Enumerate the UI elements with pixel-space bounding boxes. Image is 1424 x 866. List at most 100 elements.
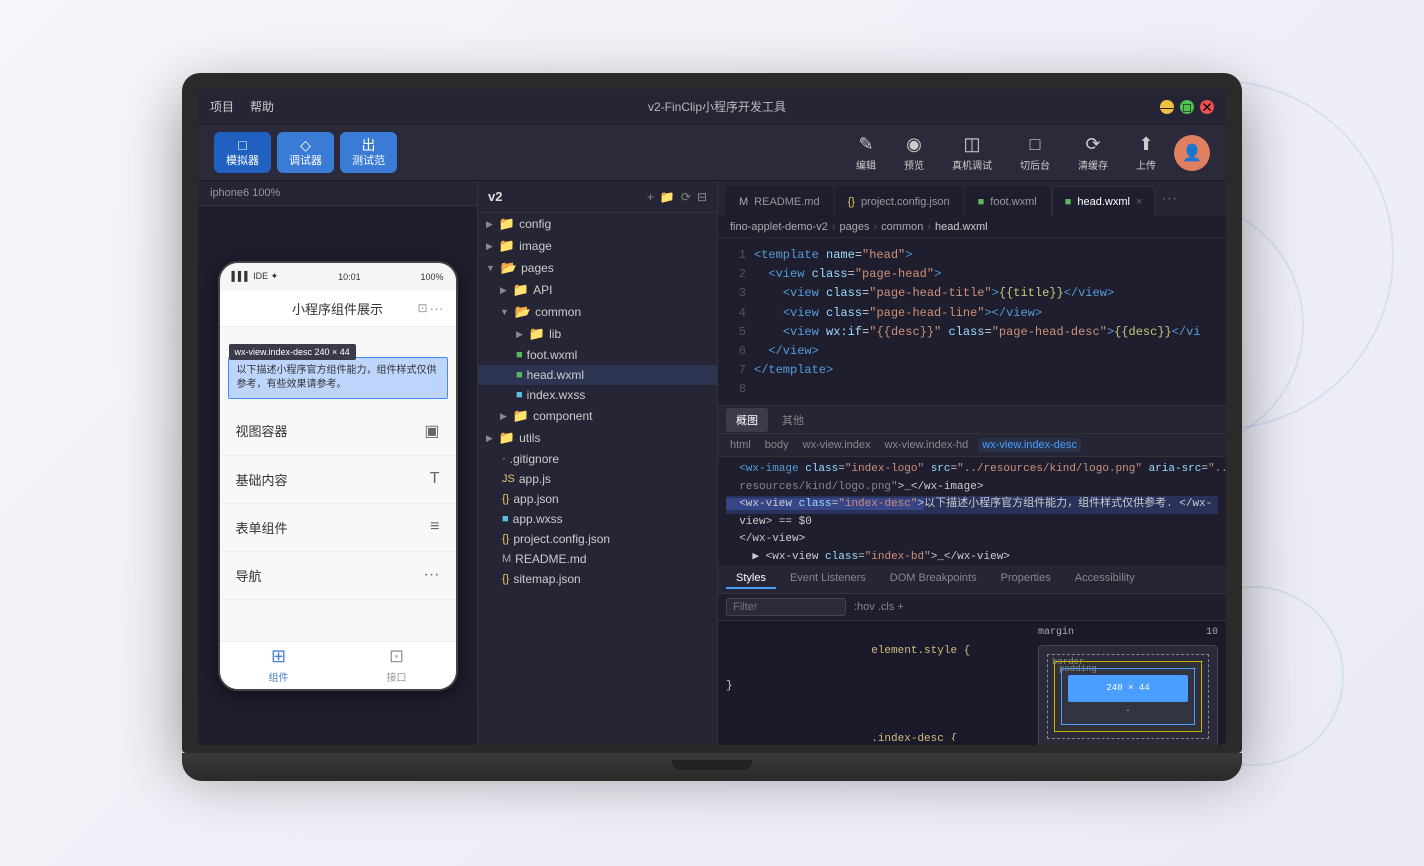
path-index-desc[interactable]: wx-view.index-desc [978, 438, 1081, 452]
menu-views-label: 视图容器 [236, 421, 288, 440]
path-html[interactable]: html [726, 438, 755, 452]
tree-app-wxss[interactable]: ■ app.wxss [478, 509, 717, 529]
code-content[interactable]: <template name="head"> <view class="page… [754, 246, 1226, 397]
folder-icon: 📁 [499, 238, 515, 254]
insp-tab-overview[interactable]: 概图 [726, 408, 768, 432]
tab-readme-label: README.md [754, 196, 819, 208]
preview-action[interactable]: ◉ 预览 [894, 130, 934, 176]
phone-battery: 100% [420, 272, 443, 282]
simulator-button[interactable]: □ 模拟器 [214, 132, 271, 174]
menu-help[interactable]: 帮助 [250, 98, 274, 115]
background-icon: □ [1030, 134, 1041, 155]
debugger-label: 调试器 [289, 155, 322, 168]
tree-foot-wxml[interactable]: ■ foot.wxml [478, 345, 717, 365]
path-index[interactable]: wx-view.index [799, 438, 875, 452]
tree-item-label: pages [521, 261, 554, 275]
box-model-panel: margin 10 border - [1038, 625, 1218, 741]
event-listeners-tab[interactable]: Event Listeners [780, 569, 876, 589]
box-border: padding - 240 × 44 - [1054, 661, 1202, 732]
inspector-html-code: <wx-image class="index-logo" src="../res… [718, 457, 1226, 565]
phone-desc-box: wx-view.index-desc 240 × 44 以下描述小程序官方组件能… [228, 357, 448, 399]
menu-item-form[interactable]: 表单组件 ≡ [220, 504, 456, 552]
tree-head-wxml[interactable]: ■ head.wxml [478, 365, 717, 385]
tree-item-label: project.config.json [513, 532, 610, 546]
menu-item-nav[interactable]: 导航 ··· [220, 552, 456, 600]
tree-config[interactable]: ▶ 📁 config [478, 213, 717, 235]
properties-tab[interactable]: Properties [991, 569, 1061, 589]
refresh-icon[interactable]: ⟳ [681, 190, 691, 204]
tree-sitemap[interactable]: {} sitemap.json [478, 569, 717, 589]
real-debug-action[interactable]: ◫ 真机调试 [942, 130, 1002, 176]
tree-item-label: app.wxss [513, 512, 563, 526]
minimize-button[interactable]: — [1160, 100, 1174, 114]
tree-lib[interactable]: ▶ 📁 lib [478, 323, 717, 345]
api-nav-icon: ⊡ [389, 646, 404, 667]
upload-action[interactable]: ⬆ 上传 [1126, 130, 1166, 176]
code-line-3: <view class="page-head-title">{{title}}<… [754, 284, 1218, 303]
accessibility-tab[interactable]: Accessibility [1065, 569, 1145, 589]
tab-project-config[interactable]: {} project.config.json [835, 186, 963, 216]
tree-pages[interactable]: ▼ 📂 pages [478, 257, 717, 279]
background-action[interactable]: □ 切后台 [1010, 130, 1060, 176]
styles-tab[interactable]: Styles [726, 569, 776, 589]
styles-filter-input[interactable] [726, 598, 846, 616]
path-body[interactable]: body [761, 438, 793, 452]
simulator-icon: □ [238, 137, 246, 154]
box-bottom-value: - [1068, 704, 1188, 718]
menu-item-views[interactable]: 视图容器 ▣ [220, 407, 456, 456]
new-file-icon[interactable]: + [647, 190, 654, 204]
menu-project[interactable]: 项目 [210, 98, 234, 115]
code-line-4: <view class="page-head-line"></view> [754, 304, 1218, 323]
breadcrumb-common: common [881, 221, 923, 233]
debugger-button[interactable]: ◇ 调试器 [277, 132, 334, 174]
tree-item-label: common [535, 305, 581, 319]
tree-app-js[interactable]: JS app.js [478, 469, 717, 489]
clear-cache-action[interactable]: ⟳ 清缓存 [1068, 130, 1118, 176]
test-button[interactable]: 出 测试范 [340, 132, 397, 174]
phone-statusbar: ▌▌▌ IDE ✦ 10:01 100% [220, 263, 456, 291]
tree-api[interactable]: ▶ 📁 API [478, 279, 717, 301]
tree-app-json[interactable]: {} app.json [478, 489, 717, 509]
folder-icon: 📁 [499, 430, 515, 446]
edit-action[interactable]: ✎ 编辑 [846, 130, 886, 176]
tree-item-label: README.md [515, 552, 586, 566]
tree-index-wxss[interactable]: ■ index.wxss [478, 385, 717, 405]
html-code-line-highlighted: <wx-view class="index-desc">以下描述小程序官方组件能… [726, 496, 1218, 514]
menu-form-label: 表单组件 [236, 518, 288, 537]
nav-api[interactable]: ⊡ 接口 [387, 646, 407, 684]
dom-breakpoints-tab[interactable]: DOM Breakpoints [880, 569, 987, 589]
path-index-hd[interactable]: wx-view.index-hd [881, 438, 973, 452]
tree-project-config[interactable]: {} project.config.json [478, 529, 717, 549]
md-file-icon: M [502, 553, 511, 565]
phone-time: 10:01 [338, 272, 361, 282]
maximize-button[interactable]: □ [1180, 100, 1194, 114]
phone-signal: ▌▌▌ IDE ✦ [232, 271, 279, 282]
collapse-icon[interactable]: ⊟ [697, 190, 707, 204]
tree-readme[interactable]: M README.md [478, 549, 717, 569]
nav-components[interactable]: ⊞ 组件 [269, 646, 289, 684]
new-folder-icon[interactable]: 📁 [660, 190, 675, 204]
close-button[interactable]: ✕ [1200, 100, 1214, 114]
style-element: element.style { [726, 625, 1030, 678]
tree-item-label: foot.wxml [527, 348, 578, 362]
more-tabs-button[interactable]: ··· [1157, 190, 1181, 208]
tab-close-button[interactable]: × [1136, 196, 1142, 208]
insp-tab-other[interactable]: 其他 [772, 408, 814, 432]
user-avatar[interactable]: 👤 [1174, 135, 1210, 171]
app-main: iphone6 100% ▌▌▌ IDE ✦ 10:01 100% [198, 181, 1226, 745]
tree-utils[interactable]: ▶ 📁 utils [478, 427, 717, 449]
tree-item-label: image [519, 239, 552, 253]
tab-head-wxml[interactable]: ■ head.wxml × [1052, 186, 1156, 216]
tab-foot-wxml[interactable]: ■ foot.wxml [965, 186, 1050, 216]
menu-item-basic[interactable]: 基础内容 T [220, 456, 456, 504]
tab-readme[interactable]: M README.md [726, 186, 833, 216]
folder-open-icon: 📂 [501, 260, 517, 276]
simulator-label: 模拟器 [226, 155, 259, 168]
tree-component[interactable]: ▶ 📁 component [478, 405, 717, 427]
code-line-2: <view class="page-head"> [754, 265, 1218, 284]
editor-panel: M README.md {} project.config.json ■ foo… [718, 181, 1226, 745]
tree-gitignore[interactable]: · .gitignore [478, 449, 717, 469]
api-nav-label: 接口 [387, 669, 407, 684]
tree-image[interactable]: ▶ 📁 image [478, 235, 717, 257]
tree-common[interactable]: ▼ 📂 common [478, 301, 717, 323]
